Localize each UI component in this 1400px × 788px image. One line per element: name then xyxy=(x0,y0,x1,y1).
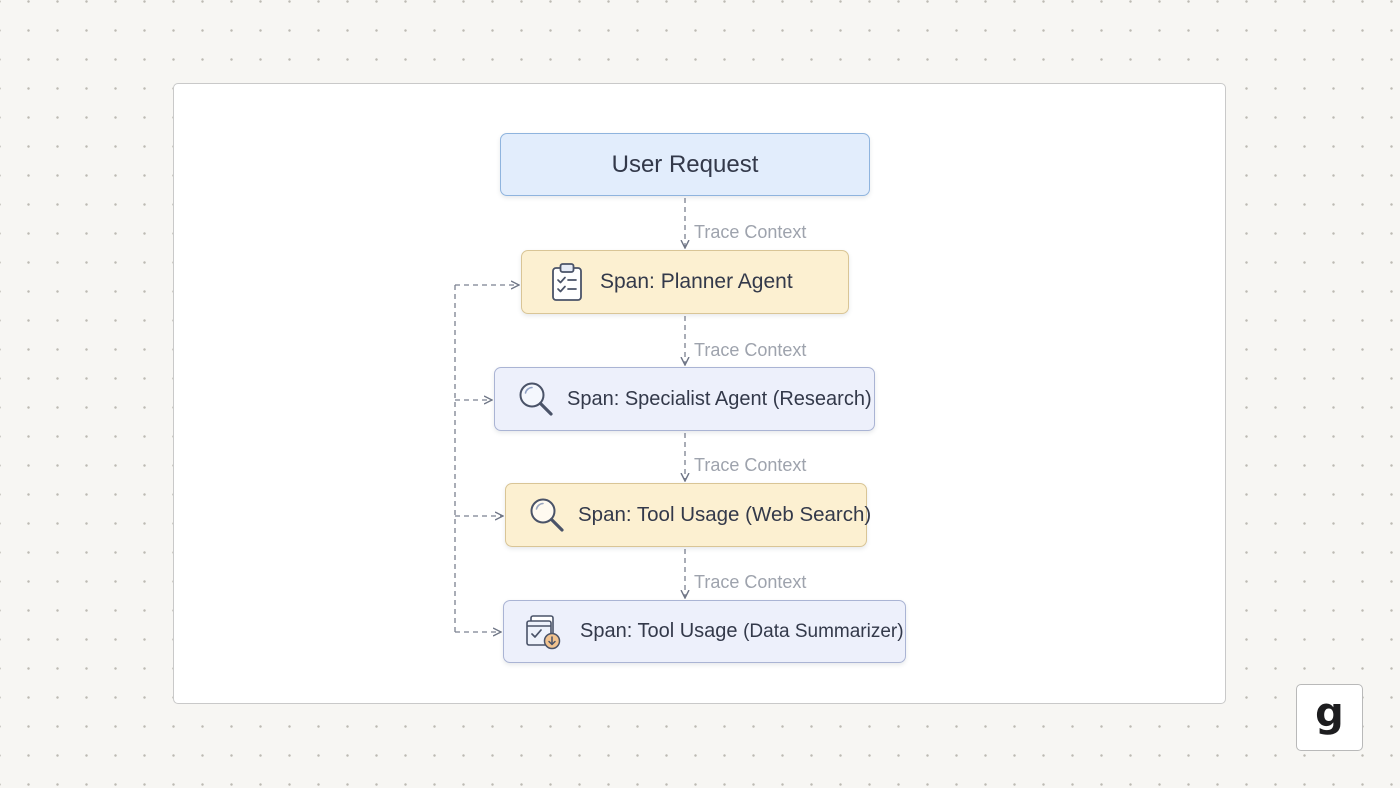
node-label: Span: Tool Usage (Web Search) xyxy=(578,503,872,526)
node-tool-usage-data-summarizer: Span: Tool Usage (Data Summarizer) xyxy=(503,600,906,663)
brand-logo: g xyxy=(1296,684,1363,751)
node-label: Span: Specialist Agent (Research) xyxy=(567,387,872,410)
edge-label-trace-context: Trace Context xyxy=(694,340,807,360)
node-user-request: User Request xyxy=(500,133,870,196)
node-planner-agent: Span: Planner Agent xyxy=(521,250,849,314)
edge-label-trace-context: Trace Context xyxy=(694,572,807,592)
magnifying-glass-icon xyxy=(519,382,553,416)
edge-label-trace-context: Trace Context xyxy=(694,222,807,242)
magnifying-glass-icon xyxy=(530,498,564,532)
node-specialist-agent-research: Span: Specialist Agent (Research) xyxy=(494,367,875,431)
logo-letter: g xyxy=(1315,689,1344,736)
clipboard-checklist-icon xyxy=(552,263,582,301)
edge-label-trace-context: Trace Context xyxy=(694,455,807,475)
node-label: Span: Tool Usage (Data Summarizer) xyxy=(580,620,904,643)
document-download-icon xyxy=(526,614,561,649)
node-label-sub: (Data Summarizer) xyxy=(743,621,904,642)
node-label: Span: Planner Agent xyxy=(600,270,793,293)
node-label: User Request xyxy=(611,150,759,178)
node-label-main: Span: Tool Usage xyxy=(580,620,738,642)
node-tool-usage-web-search: Span: Tool Usage (Web Search) xyxy=(505,483,871,547)
